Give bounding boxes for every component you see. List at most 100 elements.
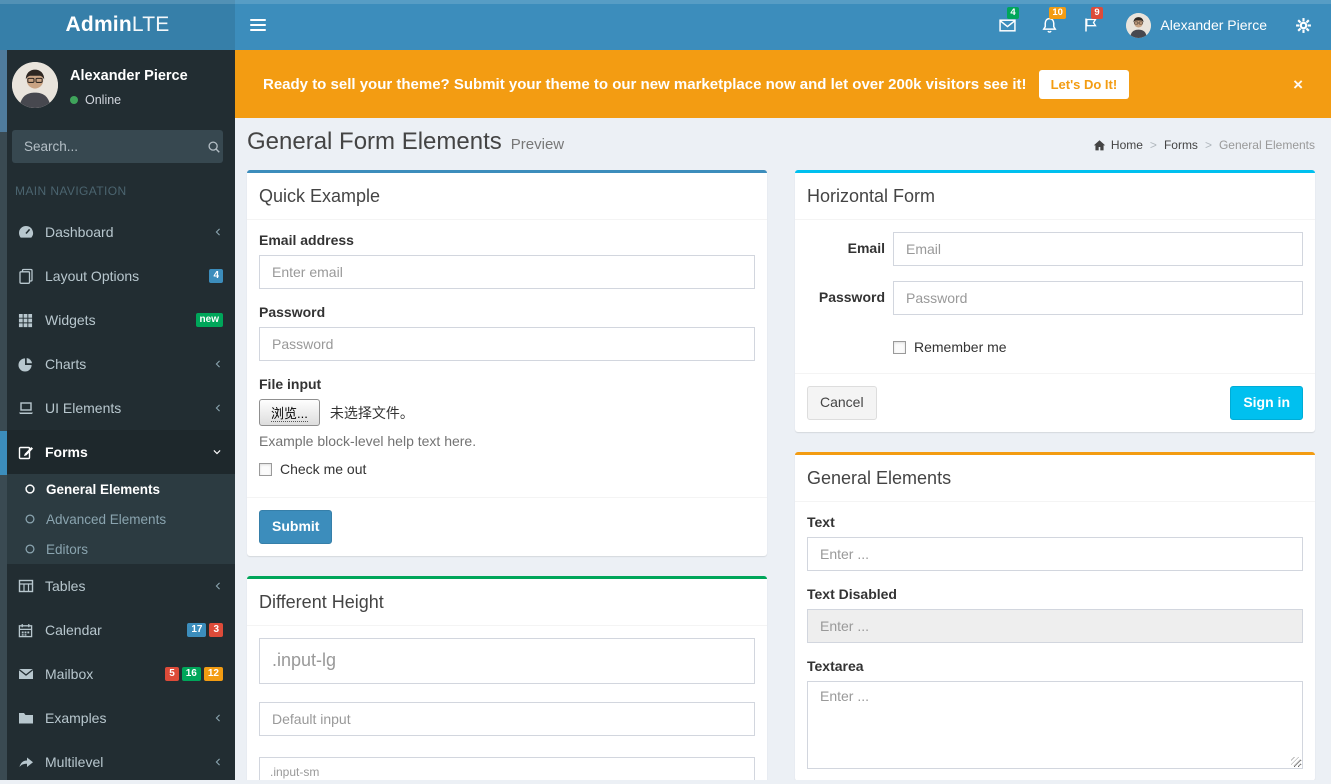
text-label: Text <box>807 513 835 530</box>
box-body: Email address Password File input 浏览... … <box>247 220 767 497</box>
banner-close-icon[interactable]: × <box>1293 76 1303 93</box>
lets-do-it-button[interactable]: Let's Do It! <box>1038 69 1130 99</box>
checkbox-input[interactable] <box>259 462 272 476</box>
content-wrapper: Ready to sell your theme? Submit your th… <box>235 50 1331 780</box>
sidebar-search-input[interactable] <box>12 139 201 154</box>
messages-menu[interactable]: 4 <box>986 0 1028 50</box>
app-logo[interactable]: Admin LTE <box>0 0 235 50</box>
horizontal-form-box: Horizontal Form Email Password Remember … <box>795 170 1315 432</box>
submenu-item-advanced-elements[interactable]: Advanced Elements <box>0 504 235 534</box>
sidebar-item-widgets[interactable]: Widgets new <box>0 298 235 342</box>
cancel-button[interactable]: Cancel <box>807 386 877 420</box>
help-text: Example block-level help text here. <box>259 433 477 449</box>
breadcrumb-forms[interactable]: Forms <box>1164 138 1198 152</box>
control-sidebar-toggle[interactable] <box>1281 0 1325 50</box>
sidebar-scrollbar-track[interactable] <box>0 50 7 780</box>
chevron-left-icon <box>213 756 223 768</box>
search-icon <box>207 140 221 154</box>
box-footer: Submit <box>247 497 767 556</box>
submenu-item-general-elements[interactable]: General Elements <box>0 474 235 504</box>
textarea-label: Textarea <box>807 657 864 674</box>
left-column: Quick Example Email address Password Fil… <box>247 170 767 780</box>
user-avatar <box>12 62 58 108</box>
browse-button[interactable]: 浏览... <box>259 399 320 426</box>
text-disabled-field <box>807 608 1303 643</box>
sidebar-item-dashboard[interactable]: Dashboard <box>0 210 235 254</box>
sidebar-scrollbar-thumb[interactable] <box>0 50 7 132</box>
logo-bold: Admin <box>65 13 132 36</box>
grid-icon <box>18 313 34 328</box>
textarea-field[interactable] <box>807 680 1303 769</box>
calendar-badge-2: 3 <box>209 623 223 637</box>
default-input-field[interactable] <box>259 701 755 736</box>
hf-password-field[interactable] <box>893 281 1303 315</box>
box-header: Horizontal Form <box>795 173 1315 220</box>
box-body: Text Text Disabled Textarea <box>795 502 1315 780</box>
box-title: Horizontal Form <box>807 186 936 206</box>
content-header: General Form Elements Preview Home > For… <box>235 118 1331 170</box>
password-label: Password <box>259 304 326 320</box>
box-header: General Elements <box>795 455 1315 502</box>
top-navbar: 4 10 9 Alexander Pierce <box>235 0 1331 50</box>
sidebar-item-tables[interactable]: Tables <box>0 564 235 608</box>
sidebar-item-ui-elements[interactable]: UI Elements <box>0 386 235 430</box>
submit-button[interactable]: Submit <box>259 510 333 544</box>
widgets-badge: new <box>195 313 223 327</box>
active-item-indicator <box>0 431 7 475</box>
sidebar-section-header: MAIN NAVIGATION <box>15 184 127 198</box>
sidebar-user-panel: Alexander Pierce Online <box>12 60 225 120</box>
circle-o-icon <box>24 483 36 495</box>
navbar-right: 4 10 9 Alexander Pierce <box>986 0 1331 50</box>
chevron-left-icon <box>213 226 223 238</box>
text-disabled-label: Text Disabled <box>807 585 897 602</box>
bell-icon <box>1041 17 1058 34</box>
mailbox-badge-1: 5 <box>165 667 179 681</box>
box-header: Different Height <box>247 579 767 626</box>
sidebar-item-forms[interactable]: Forms <box>0 430 235 474</box>
sidebar-search-button[interactable] <box>201 130 227 163</box>
box-title: General Elements <box>807 467 952 488</box>
general-elements-box: General Elements Text Text Disabled Text… <box>795 451 1315 780</box>
forms-submenu: General Elements Advanced Elements Edito… <box>0 474 235 564</box>
sidebar-toggle-button[interactable] <box>235 0 281 50</box>
text-field[interactable] <box>807 536 1303 571</box>
gears-icon <box>1295 17 1312 34</box>
layout-options-badge: 4 <box>209 269 223 283</box>
different-height-box: Different Height <box>247 575 767 780</box>
home-icon <box>1093 139 1106 152</box>
marketplace-banner: Ready to sell your theme? Submit your th… <box>235 50 1331 118</box>
file-input-label: File input <box>259 376 322 392</box>
sidebar-item-examples[interactable]: Examples <box>0 696 235 740</box>
sidebar-item-charts[interactable]: Charts <box>0 342 235 386</box>
email-field[interactable] <box>259 255 755 289</box>
hf-password-label: Password <box>818 289 885 305</box>
input-sm-field[interactable] <box>259 756 755 780</box>
sidebar-search <box>12 130 223 163</box>
tasks-menu[interactable]: 9 <box>1070 0 1112 50</box>
submenu-item-editors[interactable]: Editors <box>0 534 235 564</box>
hf-email-field[interactable] <box>893 232 1303 266</box>
sidebar-item-multilevel[interactable]: Multilevel <box>0 740 235 784</box>
remember-me-checkbox[interactable]: Remember me <box>893 339 1303 355</box>
sidebar-menu: Dashboard Layout Options 4 Widgets new C… <box>0 210 235 784</box>
password-field[interactable] <box>259 327 755 361</box>
flag-icon <box>1083 17 1099 33</box>
sidebar-item-layout-options[interactable]: Layout Options 4 <box>0 254 235 298</box>
box-title: Different Height <box>259 591 384 612</box>
chevron-left-icon <box>213 712 223 724</box>
checkbox-input[interactable] <box>893 340 906 354</box>
box-title: Quick Example <box>259 186 381 206</box>
user-status-label: Online <box>85 93 122 107</box>
calendar-badge-1: 17 <box>187 623 207 637</box>
user-status[interactable]: Online <box>70 93 121 107</box>
sidebar-item-mailbox[interactable]: Mailbox 5 16 12 <box>0 652 235 696</box>
breadcrumb-home[interactable]: Home <box>1093 138 1143 152</box>
input-lg-field[interactable] <box>259 637 755 684</box>
user-menu[interactable]: Alexander Pierce <box>1112 0 1281 50</box>
sidebar-item-calendar[interactable]: Calendar 17 3 <box>0 608 235 652</box>
notifications-menu[interactable]: 10 <box>1028 0 1070 50</box>
sign-in-button[interactable]: Sign in <box>1230 386 1303 420</box>
chevron-down-icon <box>211 447 223 457</box>
page-title: General Form Elements Preview <box>247 128 565 155</box>
check-me-out-checkbox[interactable]: Check me out <box>259 461 755 477</box>
